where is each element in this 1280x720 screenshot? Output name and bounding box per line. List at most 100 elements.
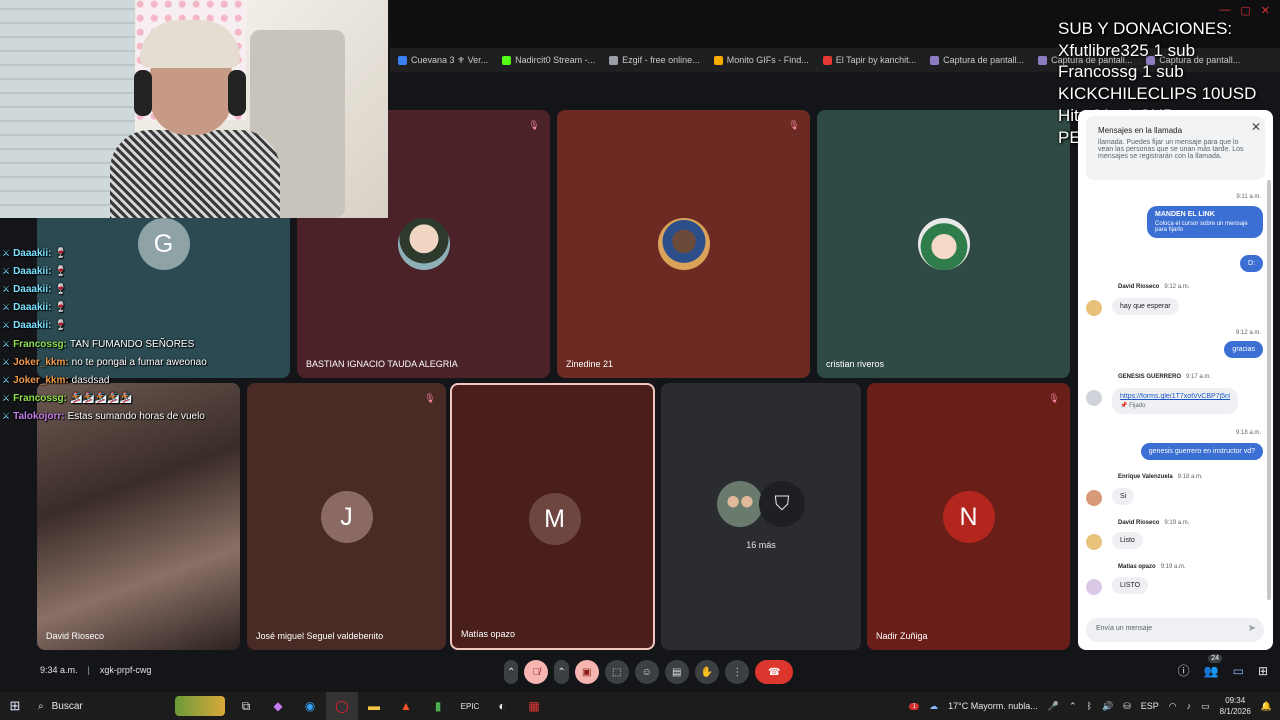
bookmark-item[interactable]: El Tapir by kanchit... xyxy=(822,55,916,65)
language-indicator[interactable]: ESP xyxy=(1141,701,1159,711)
bookmark-item[interactable]: Cuevana 3 ⚜ Ver... xyxy=(398,55,488,66)
stream-chat-line: ⚔ Francossg: TAN FUMANDO SEÑORES xyxy=(2,335,302,353)
received-message[interactable]: hay que esperar xyxy=(1112,298,1179,315)
file-explorer-icon[interactable]: ▬ xyxy=(358,692,390,720)
taskbar-clock[interactable]: 09:34 8/1/2026 xyxy=(1220,695,1251,717)
maximize-icon[interactable]: ▢ xyxy=(1240,4,1250,17)
donation-line: SUB Y DONACIONES: xyxy=(1058,19,1233,38)
bluetooth-icon[interactable]: ᛒ xyxy=(1087,701,1092,711)
more-options-button[interactable]: ⋮ xyxy=(725,660,750,684)
reactions-button[interactable]: ☺ xyxy=(634,660,659,684)
captions-button[interactable]: ▤ xyxy=(664,660,689,684)
received-message[interactable]: Si xyxy=(1112,488,1135,505)
steam-icon[interactable]: ◐ xyxy=(486,692,518,720)
speaker-icon[interactable]: ♪ xyxy=(1187,701,1192,711)
opera-icon[interactable]: ◯ xyxy=(326,692,358,720)
chat-badge-icon: ⚔ xyxy=(2,356,11,367)
taskbar-search[interactable]: ⌕ Buscar xyxy=(30,701,170,712)
message-meta: GENESIS GUERRERO 9:17 a.m. xyxy=(1118,374,1211,380)
panel-info-text: llamada. Puedes fijar un mensaje para qu… xyxy=(1098,139,1244,160)
headset-right xyxy=(228,70,246,116)
present-button[interactable]: ⬚ xyxy=(604,660,629,684)
received-message[interactable]: https://forms.gle/1T7xotVvCBP7j5nL6 📌 Fij… xyxy=(1112,388,1238,414)
bookmark-item[interactable]: Ezgif - free online... xyxy=(609,55,700,65)
edge-icon[interactable]: ◉ xyxy=(294,692,326,720)
copilot-icon[interactable]: ◆ xyxy=(262,692,294,720)
message-time: 9:19 a.m. xyxy=(1164,520,1190,526)
panel-scrollbar[interactable] xyxy=(1267,180,1271,600)
search-icon: ⌕ xyxy=(38,700,44,712)
close-icon[interactable]: ✕ xyxy=(1251,120,1261,134)
app-green-icon[interactable]: ▮ xyxy=(422,692,454,720)
camera-toggle-button[interactable]: ▣ xyxy=(574,660,599,684)
people-icon[interactable]: 👥 xyxy=(1204,664,1219,678)
sent-message[interactable]: genesis guerrero en instructor vd? xyxy=(1140,443,1263,460)
brave-icon[interactable]: ▲ xyxy=(390,692,422,720)
battery-icon[interactable]: ▭ xyxy=(1201,701,1210,712)
compose-placeholder: Envía un mensaje xyxy=(1096,625,1153,632)
participant-avatar: M xyxy=(528,493,581,545)
windows-taskbar: ⊞ ⌕ Buscar ⧉ ◆ ◉ ◯ ▬ ▲ ▮ EPIC ◐ ▦ 1 ☁ 17… xyxy=(0,692,1280,720)
participant-tile[interactable]: ⛉ 16 más xyxy=(661,383,861,650)
activities-icon[interactable]: ⊞ xyxy=(1258,664,1268,678)
panel-title: Mensajes en la llamada xyxy=(1098,126,1183,135)
weather-icon: ☁ xyxy=(929,700,939,711)
sent-message[interactable]: gracias xyxy=(1224,341,1263,358)
wifi-icon[interactable]: ◠ xyxy=(1169,701,1177,712)
chevron-up-icon[interactable]: ⌃ xyxy=(1069,701,1077,712)
weather-text[interactable]: 17°C Mayorm. nubla... xyxy=(948,701,1038,711)
received-message[interactable]: LISTO xyxy=(1112,577,1149,594)
network-icon[interactable]: ⛁ xyxy=(1123,701,1131,712)
message-time: 9:11 a.m. xyxy=(1236,194,1261,200)
stream-chat-overlay: ⚔ Daaakii: 🍷 ⚔ Daaakii: 🍷 ⚔ Daaakii: 🍷 ⚔ Daaakii: 🍷… xyxy=(2,244,302,426)
close-icon[interactable]: ✕ xyxy=(1261,4,1270,17)
panel-info: Mensajes en la llamada llamada. Puedes f… xyxy=(1086,116,1265,180)
message-text: genesis guerrero en instructor vd? xyxy=(1148,448,1255,455)
participant-tile[interactable]: N Nadir Zuñiga 🎙 xyxy=(867,383,1070,650)
message-sender: David Rioseco xyxy=(1118,284,1160,290)
camera-options-button[interactable]: ⌃ xyxy=(554,660,569,684)
message-text: Listo xyxy=(1120,537,1135,544)
notifications-icon[interactable]: 🔔 xyxy=(1261,701,1272,712)
chat-message: 🍷 xyxy=(54,320,67,332)
calendar-app-icon[interactable]: ▦ xyxy=(518,692,550,720)
mic-toggle-button[interactable]: 🎙̸ xyxy=(524,660,549,684)
sent-message[interactable]: MANDEN EL LINK Coloca el cursor sobre un … xyxy=(1147,206,1263,238)
bookmark-item[interactable]: Nadircit0 Stream -... xyxy=(502,55,595,65)
stream-chat-line: ⚔ Joker_kkm: no te pongai a fumar aweonao xyxy=(2,353,302,371)
chat-username: Talokojorr: xyxy=(13,411,65,423)
leave-call-button[interactable]: ☎ xyxy=(755,660,794,684)
system-tray: 1 ☁ 17°C Mayorm. nubla... 🎤 ⌃ ᛒ 🔊 ⛁ ESP … xyxy=(909,692,1272,720)
bookmark-item[interactable]: Captura de pantall... xyxy=(930,55,1024,65)
volume-icon[interactable]: 🔊 xyxy=(1102,701,1113,712)
widget-thumbnail[interactable] xyxy=(170,692,230,720)
pinned-label: 📌 Fijado xyxy=(1120,402,1230,409)
participant-tile[interactable]: M Matías opazo xyxy=(450,383,655,650)
chat-icon[interactable]: ▭ xyxy=(1233,664,1244,678)
epic-games-icon[interactable]: EPIC xyxy=(454,692,486,720)
raise-hand-button[interactable]: ✋ xyxy=(694,660,720,684)
participant-avatar: N xyxy=(942,491,995,543)
sent-message[interactable]: D: xyxy=(1240,255,1263,272)
message-text: hay que esperar xyxy=(1120,303,1171,310)
send-icon[interactable]: ➤ xyxy=(1248,623,1256,634)
received-message[interactable]: Listo xyxy=(1112,532,1143,549)
microphone-icon[interactable]: 🎤 xyxy=(1048,701,1059,712)
captions-icon: ▤ xyxy=(672,666,682,678)
windows-start-icon[interactable]: ⊞ xyxy=(0,698,30,714)
message-input[interactable]: Envía un mensaje ➤ xyxy=(1086,618,1264,642)
streamer-webcam xyxy=(0,0,388,218)
present-icon: ⬚ xyxy=(612,666,622,678)
info-icon[interactable]: ⓘ xyxy=(1178,662,1190,679)
bookmark-item[interactable]: Monito GIFs - Find... xyxy=(713,55,809,65)
participant-name: José miguel Seguel valdebenito xyxy=(256,631,384,641)
task-view-icon[interactable]: ⧉ xyxy=(230,692,262,720)
stream-chat-line: ⚔ Daaakii: 🍷 xyxy=(2,299,302,317)
chat-badge-icon: ⚔ xyxy=(2,411,11,422)
message-time: 9:18 a.m. xyxy=(1235,430,1261,436)
participant-tile[interactable]: Zinedine 21 🎙 xyxy=(557,110,810,378)
minimize-icon[interactable]: — xyxy=(1219,4,1230,17)
mic-options-button[interactable]: ⌃ xyxy=(504,660,519,684)
participant-tile[interactable]: cristian riveros xyxy=(817,110,1070,378)
chat-badge-icon: ⚔ xyxy=(2,393,11,404)
